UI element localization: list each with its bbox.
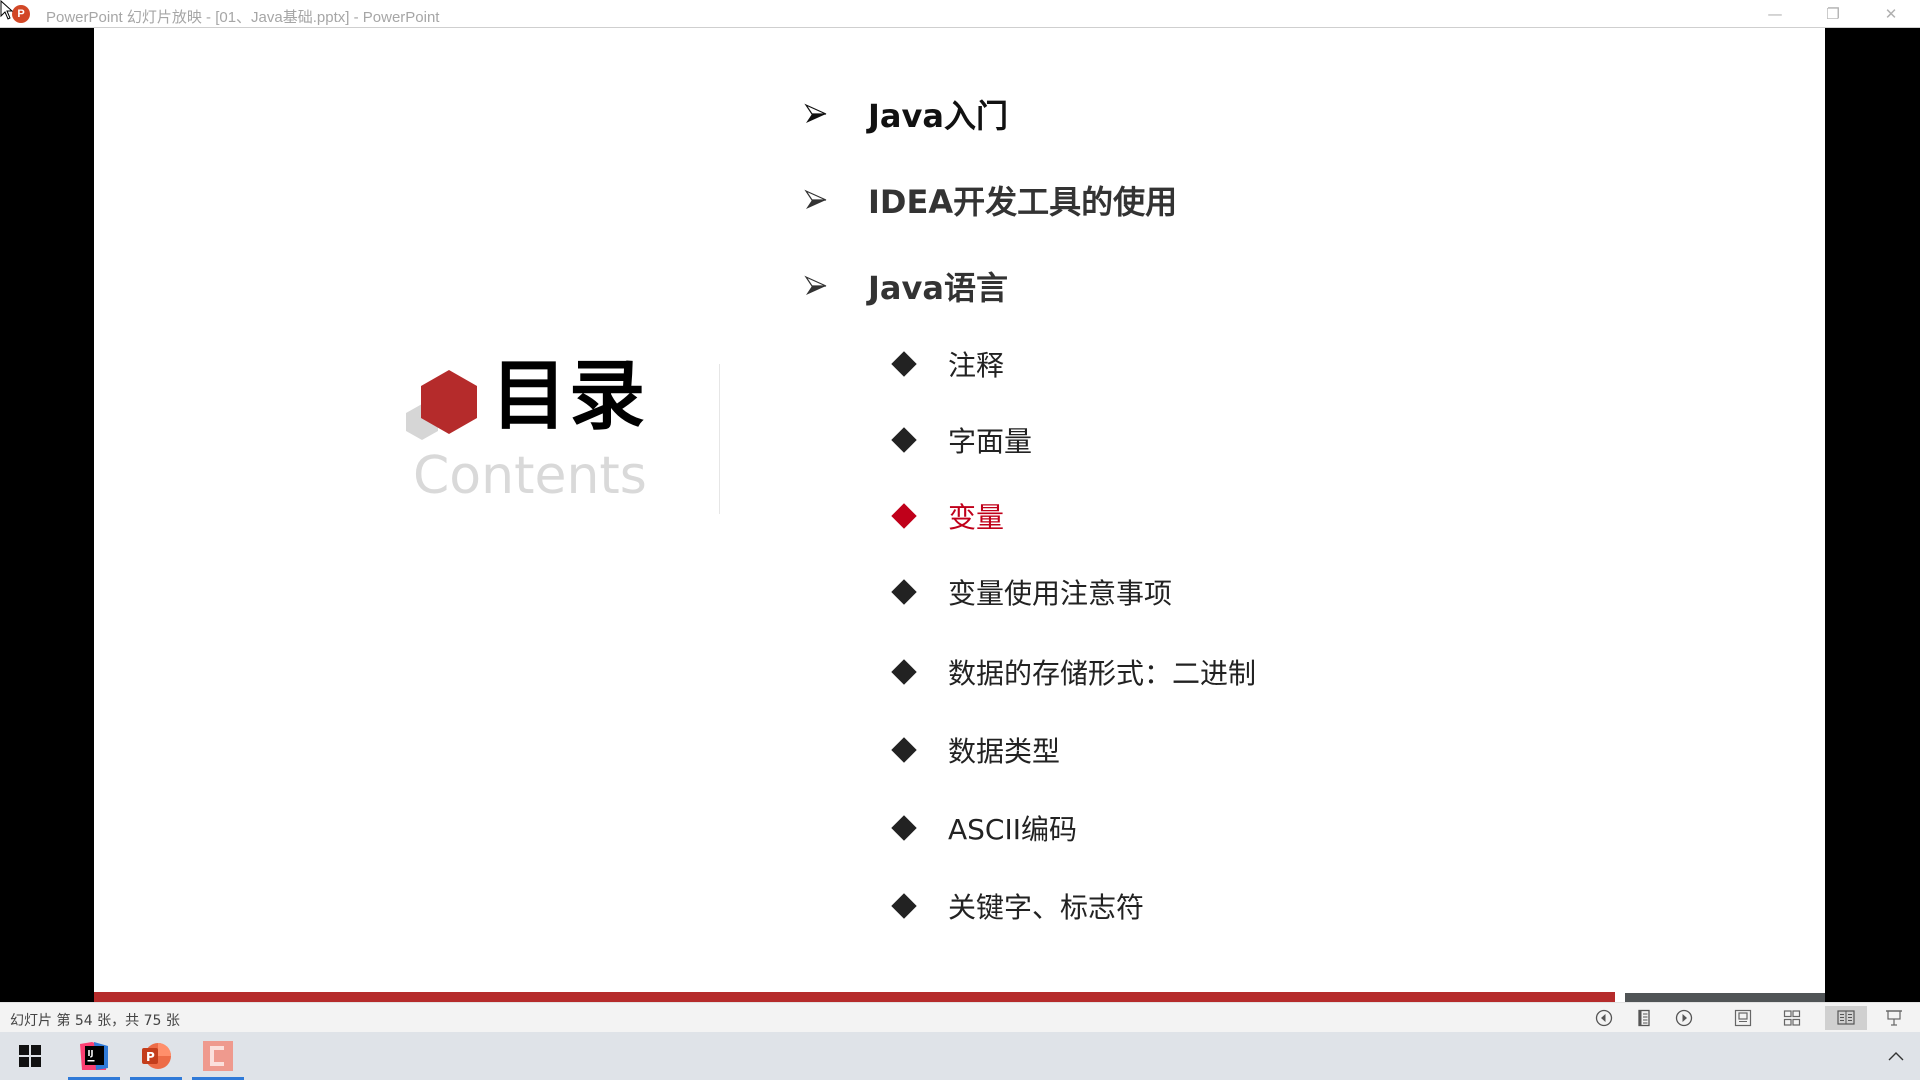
- restore-icon: ❐: [1826, 5, 1840, 23]
- diamond-bullet-icon: [891, 427, 917, 453]
- taskbar: IJ P: [0, 1032, 1920, 1080]
- start-button[interactable]: [4, 1032, 56, 1080]
- toc-sub-item: 数据类型: [890, 730, 1060, 770]
- toc-sub-label: ASCII编码: [948, 813, 1077, 846]
- toc-sub-item: 关键字、标志符: [890, 886, 1144, 926]
- previous-icon: [1595, 1009, 1613, 1027]
- toc-sub-label: 变量使用注意事项: [948, 577, 1173, 610]
- diamond-bullet-icon: [891, 579, 917, 605]
- vertical-divider: [719, 364, 720, 514]
- normal-view-icon: [1734, 1009, 1752, 1027]
- menu-icon: [1638, 1009, 1650, 1027]
- minimize-button[interactable]: —: [1746, 0, 1804, 28]
- restore-button[interactable]: ❐: [1804, 0, 1862, 28]
- slide-subtitle: Contents: [413, 446, 647, 506]
- slideshow-stage[interactable]: 目录 Contents Java入门 IDEA开发工具的使用 Java语言 注释…: [0, 28, 1920, 1002]
- window-titlebar: P PowerPoint 幻灯片放映 - [01、Java基础.pptx] - …: [0, 0, 1920, 28]
- svg-text:IJ: IJ: [88, 1049, 94, 1058]
- next-slide-button[interactable]: [1666, 1006, 1702, 1030]
- toc-main-label: Java语言: [868, 269, 1008, 307]
- progress-fill: [94, 992, 1615, 1002]
- toc-sub-label: 数据类型: [948, 735, 1061, 768]
- toc-main-label: IDEA开发工具的使用: [868, 183, 1178, 221]
- slide-count: 幻灯片 第 54 张，共 75 张: [10, 1013, 180, 1029]
- window-title: PowerPoint 幻灯片放映 - [01、Java基础.pptx] - Po…: [46, 9, 440, 26]
- toc-sub-label: 关键字、标志符: [948, 891, 1145, 924]
- close-button[interactable]: ✕: [1862, 0, 1920, 28]
- progress-remaining: [1625, 993, 1825, 1002]
- powerpoint-icon: P: [142, 1043, 171, 1069]
- normal-view-button[interactable]: [1725, 1006, 1761, 1030]
- taskbar-app-c[interactable]: [192, 1032, 244, 1080]
- toc-main-item: Java入门: [804, 91, 1008, 137]
- slide-sorter-icon: [1783, 1010, 1801, 1026]
- previous-slide-button[interactable]: [1586, 1006, 1622, 1030]
- reading-view-icon: [1837, 1010, 1855, 1025]
- diamond-bullet-icon: [891, 893, 917, 919]
- diamond-bullet-icon: [891, 503, 917, 529]
- chevron-up-icon: [1888, 1052, 1904, 1061]
- toc-main-item: Java语言: [804, 263, 1008, 309]
- arrow-bullet-icon: [804, 103, 827, 123]
- arrow-bullet-icon: [804, 275, 827, 295]
- slide-show-icon: [1886, 1010, 1902, 1026]
- c-app-icon: [203, 1041, 233, 1071]
- mouse-cursor-icon: [0, 0, 14, 20]
- slide-show-button[interactable]: [1876, 1006, 1912, 1030]
- slide-menu-button[interactable]: [1626, 1006, 1662, 1030]
- windows-icon: [19, 1045, 41, 1067]
- svg-text:P: P: [146, 1050, 155, 1064]
- toc-sub-item: 注释: [890, 344, 1004, 384]
- arrow-bullet-icon: [804, 189, 827, 209]
- taskbar-powerpoint[interactable]: P: [130, 1032, 182, 1080]
- tray-overflow-button[interactable]: [1872, 1032, 1920, 1080]
- toc-sub-item: 变量使用注意事项: [890, 572, 1172, 612]
- diamond-bullet-icon: [891, 351, 917, 377]
- diamond-bullet-icon: [891, 815, 917, 841]
- toc-sub-label: 字面量: [948, 425, 1033, 458]
- toc-main-label: Java入门: [868, 97, 1008, 135]
- minimize-icon: —: [1767, 5, 1783, 23]
- toc-sub-item: ASCII编码: [890, 808, 1077, 848]
- slide-title: 目录: [491, 351, 647, 440]
- toc-sub-label: 数据的存储形式：二进制: [948, 657, 1257, 690]
- toc-sub-item: 字面量: [890, 420, 1032, 460]
- toc-sub-item: 数据的存储形式：二进制: [890, 652, 1256, 692]
- toc-sub-label: 注释: [948, 349, 1005, 382]
- slide-progress-bar: [94, 992, 1825, 1002]
- toc-sub-item-active: 变量: [890, 496, 1004, 536]
- toc-sub-label: 变量: [948, 501, 1005, 534]
- taskbar-intellij-idea[interactable]: IJ: [68, 1032, 120, 1080]
- diamond-bullet-icon: [891, 659, 917, 685]
- reading-view-button[interactable]: [1825, 1006, 1867, 1030]
- powerpoint-app-icon: P: [12, 5, 30, 23]
- status-bar: 幻灯片 第 54 张，共 75 张: [0, 1002, 1920, 1032]
- slide[interactable]: 目录 Contents Java入门 IDEA开发工具的使用 Java语言 注释…: [94, 28, 1825, 1002]
- slide-sorter-button[interactable]: [1774, 1006, 1810, 1030]
- intellij-icon: IJ: [80, 1042, 108, 1070]
- diamond-bullet-icon: [891, 737, 917, 763]
- toc-main-item: IDEA开发工具的使用: [804, 177, 1177, 223]
- close-icon: ✕: [1884, 5, 1898, 23]
- next-icon: [1675, 1009, 1693, 1027]
